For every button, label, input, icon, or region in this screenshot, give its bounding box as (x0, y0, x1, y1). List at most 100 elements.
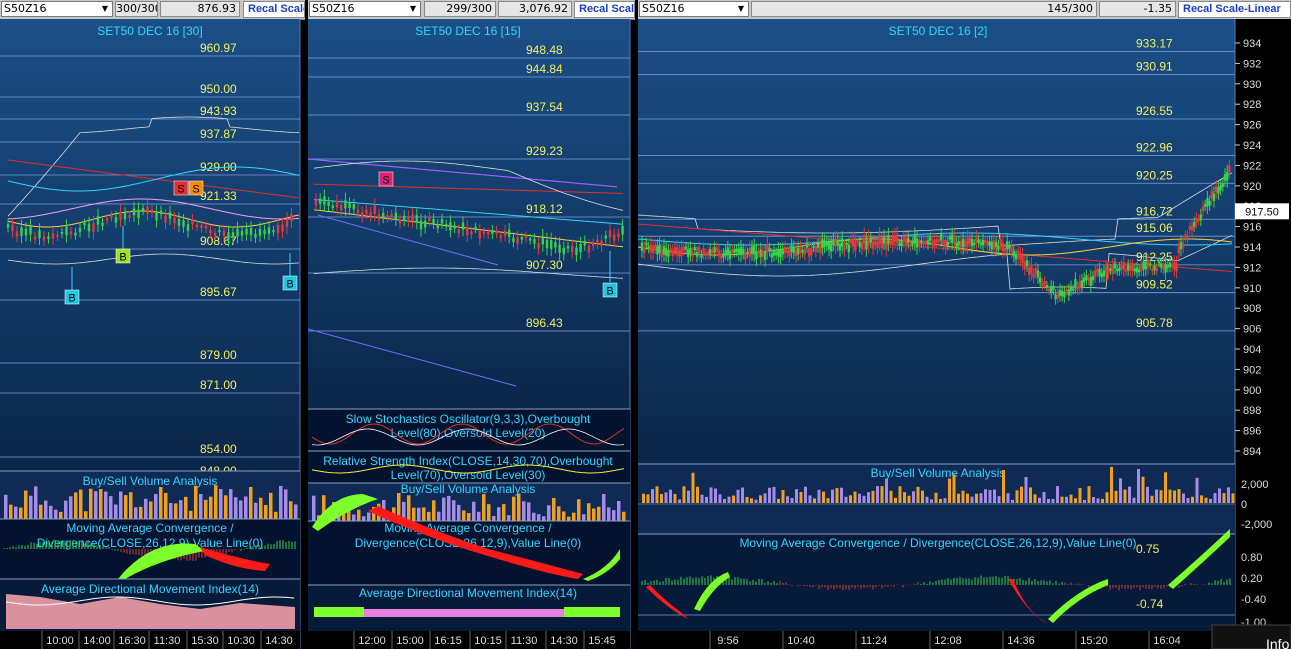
price-candle-body (1210, 190, 1213, 199)
volume-bar (234, 497, 238, 519)
volume-bar (1056, 486, 1059, 503)
volume-bar (1078, 487, 1082, 503)
volume-bar (664, 492, 668, 503)
indicator-title: Buy/Sell Volume Analysis (871, 466, 1006, 480)
price-candle-body (797, 247, 800, 255)
price-candle-body (731, 249, 734, 253)
symbol-select[interactable]: S50Z16 ▼ (309, 1, 421, 17)
symbol-select[interactable]: S50Z16 ▼ (639, 1, 749, 17)
price-level-label: 879.00 (200, 348, 237, 362)
price-candle-body (984, 239, 987, 243)
volume-bar (512, 496, 516, 521)
volume-bar (622, 511, 626, 521)
volume-bar (1038, 497, 1041, 503)
price-candle-body (281, 224, 284, 232)
volume-bar (696, 486, 699, 503)
price-candle-body (1179, 241, 1183, 250)
recal-scale-button[interactable]: Recal Scale (574, 1, 635, 18)
price-candle-body (1184, 234, 1187, 238)
price-level-label: 960.97 (200, 41, 237, 55)
price-candle-body (948, 236, 952, 240)
recal-scale-button[interactable]: Recal Scale-Linear (1178, 1, 1291, 18)
price-candle-body (880, 240, 883, 249)
volume-bar (1195, 477, 1199, 503)
macd-tick-label: 0.80 (1241, 552, 1262, 564)
price-candle-body (1017, 250, 1020, 258)
volume-bar (179, 500, 183, 519)
volume-bar (804, 486, 807, 503)
price-candle-body (931, 241, 934, 246)
price-candle-body (1173, 262, 1176, 270)
volume-bar (930, 499, 933, 503)
chart-panel-2[interactable]: S50Z16 ▼ 299/300 3,076.92 Recal Scale SE… (308, 0, 635, 649)
price-candle-body (799, 246, 802, 253)
price-candle-body (128, 215, 131, 218)
volume-bar (723, 498, 726, 503)
price-candle-body (764, 252, 767, 260)
recal-scale-button[interactable]: Recal Scale (243, 1, 305, 18)
panel-1-chart[interactable]: SET50 DEC 16 [30] 960.97 950.00 943.93 937.8… (0, 19, 305, 649)
price-candle-body (101, 222, 104, 226)
price-candle-body (11, 224, 14, 232)
adx-bar (314, 607, 364, 617)
cursor-value: 3,076.92 (498, 1, 572, 17)
price-candle-body (474, 226, 477, 229)
volume-bar (1024, 476, 1028, 503)
symbol-value: S50Z16 (312, 2, 355, 15)
volume-bar (709, 487, 713, 503)
price-candle-body (1028, 267, 1031, 276)
price-candle-body (964, 241, 967, 248)
volume-bar (289, 501, 293, 519)
price-candle-body (608, 230, 612, 238)
price-candle-body (579, 243, 582, 253)
price-candle-body (891, 236, 894, 245)
volume-bar (274, 511, 278, 519)
volume-bar (993, 489, 996, 503)
price-candle-body (1153, 265, 1156, 270)
price-candle-body (959, 240, 963, 248)
price-candle-body (1146, 260, 1150, 268)
chart-interval: [2] (974, 24, 987, 38)
price-candle-body (1098, 269, 1101, 277)
last-price-label: 917.50 (1245, 206, 1279, 218)
price-candle-body (1160, 263, 1163, 268)
price-candle-body (722, 253, 725, 258)
chevron-down-icon[interactable]: ▼ (735, 3, 747, 15)
price-candle-body (600, 240, 603, 247)
volume-bar (822, 491, 825, 503)
price-candle-body (1100, 272, 1103, 278)
price-tick-label: 896 (1243, 426, 1261, 438)
panel-3-chart[interactable]: SET50 DEC 16 [2] 934 932 930 928 926 924 922 920… (638, 19, 1291, 649)
volume-bar (119, 491, 123, 519)
panel-2-chart[interactable]: SET50 DEC 16 [15] 948.48 944.84 937.54 929.2… (308, 19, 635, 649)
symbol-select[interactable]: S50Z16 ▼ (1, 1, 113, 17)
price-candle-body (753, 245, 756, 255)
price-candle-body (1135, 267, 1139, 273)
volume-bar (54, 509, 58, 519)
price-candle-body (1045, 285, 1048, 288)
price-candle-body (1219, 185, 1222, 191)
volume-bar (907, 495, 911, 503)
price-candle-body (1182, 242, 1185, 248)
volume-bar (763, 493, 767, 503)
price-candle-body (1096, 268, 1099, 273)
price-candle-body (676, 247, 679, 256)
price-candle-body (913, 234, 916, 244)
volume-bar (705, 496, 708, 503)
volume-bar (279, 485, 283, 519)
chevron-down-icon[interactable]: ▼ (407, 3, 419, 15)
chart-panel-1[interactable]: S50Z16 ▼ 300/300 876.93 Recal Scale SET5… (0, 0, 305, 649)
chevron-down-icon[interactable]: ▼ (99, 3, 111, 15)
price-candle-body (541, 236, 544, 245)
price-candle-body (146, 206, 149, 214)
price-candle-body (1171, 264, 1174, 268)
price-candle-body (390, 214, 393, 217)
chart-panel-3[interactable]: S50Z16 ▼ 145/300 -1.35 Recal Scale-Linea… (638, 0, 1291, 649)
price-candle-body (816, 243, 820, 248)
price-candle-body (962, 238, 965, 248)
price-candle-body (38, 230, 41, 239)
volume-bar (889, 490, 893, 503)
price-candle-body (651, 245, 655, 254)
volume-bar (1074, 498, 1077, 503)
price-candle-body (123, 213, 127, 220)
